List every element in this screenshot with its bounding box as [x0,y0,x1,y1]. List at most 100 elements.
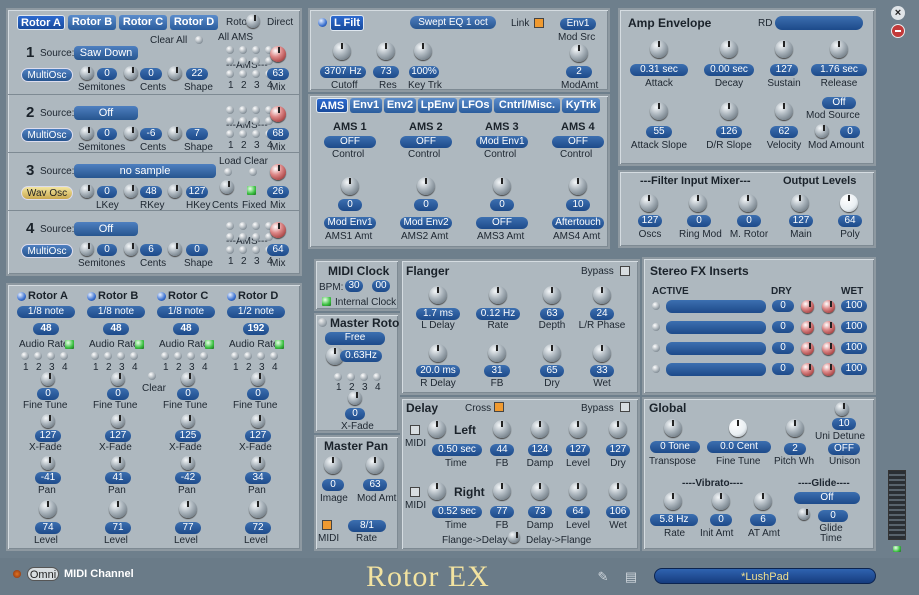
ams-source-select[interactable]: Mod Env1 [324,217,376,229]
master-rotor-ams-toggle[interactable] [334,373,342,381]
xfade-knob[interactable] [111,414,125,428]
ams-toggle[interactable] [239,233,247,241]
ams-toggle[interactable] [226,233,234,241]
pan-knob[interactable] [181,456,195,470]
fx-slot-2-effect-select[interactable] [666,321,766,334]
osc-source-select[interactable]: no sample [74,164,216,178]
fx-slot-1-effect-select[interactable] [666,300,766,313]
rotor-direct-switch[interactable] [246,14,260,28]
fx-slot-4-active-button[interactable] [652,365,660,373]
rotor-ams-toggle[interactable] [117,352,125,360]
delay-l-midi-checkbox[interactable] [410,425,420,435]
delay-r-level-knob[interactable] [569,482,587,500]
rkey-knob[interactable] [124,184,138,198]
rotor-ams-toggle[interactable] [187,352,195,360]
mod-tab-lfos[interactable]: LFOs [459,98,492,113]
xfade-knob[interactable] [181,414,195,428]
omni-button[interactable]: Omni [27,567,59,581]
flanger-rdelay-knob[interactable] [429,344,447,362]
mix-knob[interactable] [270,222,286,238]
delay-l-dry-knob[interactable] [609,420,627,438]
pan-image-knob[interactable] [324,456,342,474]
osc-source-select[interactable]: Off [74,106,138,120]
keytrk-knob[interactable] [414,42,432,60]
mrotor-knob[interactable] [739,194,757,212]
ams-toggle[interactable] [226,57,234,65]
rotor-tab-c[interactable]: Rotor C [119,15,167,30]
master-rotor-xfade-knob[interactable] [348,391,362,405]
audio-rate-led[interactable] [275,340,284,349]
lkey-knob[interactable] [80,184,94,198]
rotor-ams-toggle[interactable] [231,352,239,360]
close-icon[interactable]: × [891,6,905,20]
glide-mode-select[interactable]: Off [794,492,860,504]
finetune-knob[interactable] [729,419,747,437]
cents-knob[interactable] [124,66,138,80]
ams-toggle[interactable] [239,117,247,125]
res-knob[interactable] [377,42,395,60]
rotor-ams-toggle[interactable] [200,352,208,360]
filter-env-select[interactable]: Env1 [560,18,596,30]
delay-bypass-checkbox[interactable] [620,402,630,412]
oscs-knob[interactable] [640,194,658,212]
rotor-ams-toggle[interactable] [47,352,55,360]
master-volume-meter[interactable] [888,470,906,540]
master-rotor-mode[interactable]: Free [325,332,385,345]
pan-midi-checkbox[interactable] [322,520,332,530]
ams-toggle[interactable] [226,130,234,138]
rotor-enable-led[interactable] [87,292,96,301]
level-knob[interactable] [249,500,267,518]
shape-knob[interactable] [168,126,182,140]
semitones-knob[interactable] [80,126,94,140]
rotor-ams-toggle[interactable] [130,352,138,360]
rotor-ams-toggle[interactable] [104,352,112,360]
flanger-depth-knob[interactable] [543,286,561,304]
rotor-ams-toggle[interactable] [270,352,278,360]
rotor-tab-d[interactable]: Rotor D [170,15,218,30]
audio-rate-led[interactable] [205,340,214,349]
delay-l-time-knob[interactable] [428,420,446,438]
osc-type-button[interactable]: MultiOsc [21,128,73,142]
rotor-rate-select[interactable]: 1/8 note [87,306,145,318]
main-knob[interactable] [791,194,809,212]
fx-slot-2-dry-knob[interactable] [801,321,814,334]
fx-slot-4-dry-knob[interactable] [801,363,814,376]
bpm-fraction-value[interactable]: 00 [372,280,390,292]
dr_slope-knob[interactable] [720,102,738,120]
mod-tab-lpenv[interactable]: LpEnv [418,98,457,113]
mix-knob[interactable] [270,164,286,180]
pan-modamt-knob[interactable] [366,456,384,474]
pan-knob[interactable] [111,456,125,470]
flanger-wet-knob[interactable] [593,344,611,362]
at-amt-knob[interactable] [754,492,772,510]
fx-slot-1-dry-knob[interactable] [801,300,814,313]
clear-button[interactable] [249,168,257,176]
fx-slot-1-active-button[interactable] [652,302,660,310]
pan-knob[interactable] [251,456,265,470]
ams-toggle[interactable] [252,222,260,230]
preset-browser-icon[interactable]: ▤ [624,570,638,584]
pan-rate-value[interactable]: 8/1 [348,520,386,532]
ams-toggle[interactable] [226,246,234,254]
transpose-knob[interactable] [664,419,682,437]
delay-routing-switch[interactable] [508,531,520,543]
osc-type-button[interactable]: MultiOsc [21,244,73,258]
ams-toggle[interactable] [239,222,247,230]
mod-tab-cntrlmisc[interactable]: Cntrl/Misc. [494,98,560,113]
mix-knob[interactable] [270,46,286,62]
release-knob[interactable] [830,40,848,58]
velocity-knob[interactable] [775,102,793,120]
delay-l-damp-knob[interactable] [531,420,549,438]
rotor-ams-toggle[interactable] [34,352,42,360]
ams-toggle[interactable] [252,117,260,125]
preset-name-display[interactable]: *LushPad [654,568,876,584]
ams-toggle[interactable] [252,70,260,78]
ams-source-select[interactable]: Aftertouch [552,217,604,229]
ams-control-select[interactable]: OFF [324,136,376,148]
modamt-knob[interactable] [570,44,588,62]
internal-clock-led[interactable] [322,297,331,306]
rotor-ams-toggle[interactable] [91,352,99,360]
ams-toggle[interactable] [226,222,234,230]
cents-knob[interactable] [220,180,234,194]
ams-toggle[interactable] [239,57,247,65]
